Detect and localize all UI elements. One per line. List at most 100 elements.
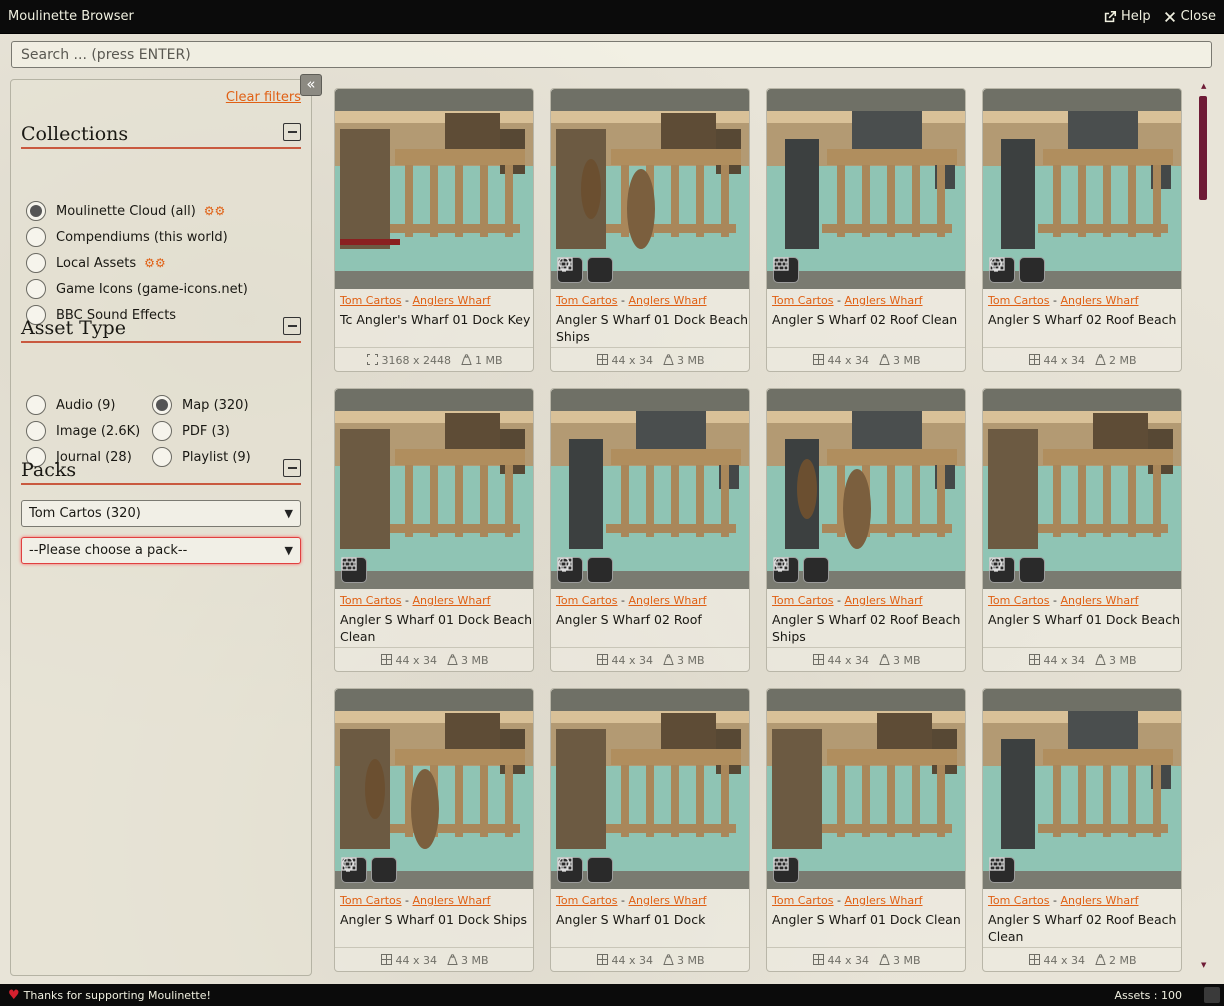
settings-gear-icon[interactable]: ⚙⚙ [144,256,166,270]
radio-button[interactable] [26,395,46,415]
pack-link[interactable]: Anglers Wharf [628,894,706,907]
asset-card[interactable]: Tom Cartos - Anglers Wharf Angler S Wharf… [550,688,750,972]
collection-option[interactable]: Game Icons (game-icons.net) [26,279,248,299]
asset-card[interactable]: Tom Cartos - Anglers Wharf Angler S Wharf… [766,688,966,972]
creator-link[interactable]: Tom Cartos [772,294,834,307]
asset-thumbnail[interactable] [335,389,533,589]
pack-link[interactable]: Anglers Wharf [412,594,490,607]
creator-select[interactable]: Tom Cartos (320) ▼ [21,500,301,527]
collection-option[interactable]: Compendiums (this world) [26,227,228,247]
collection-option[interactable]: Local Assets ⚙⚙ [26,253,166,273]
asset-thumbnail[interactable] [551,389,749,589]
collapse-asset-type-button[interactable] [283,317,301,335]
creator-link[interactable]: Tom Cartos [556,594,618,607]
creator-link[interactable]: Tom Cartos [772,594,834,607]
asset-card[interactable]: Tom Cartos - Anglers Wharf Angler S Wharf… [550,388,750,672]
asset-thumbnail[interactable] [551,89,749,289]
creator-link[interactable]: Tom Cartos [340,894,402,907]
resize-handle-icon[interactable] [1204,987,1220,1003]
credits-separator: - [401,594,413,607]
asset-grid: Tom Cartos - Anglers Wharf Tc Angler's Wh… [334,88,1194,978]
radio-button[interactable] [152,395,172,415]
creator-link[interactable]: Tom Cartos [988,894,1050,907]
light-icon [558,257,613,283]
asset-card[interactable]: Tom Cartos - Anglers Wharf Angler S Wharf… [766,88,966,372]
asset-card[interactable]: Tom Cartos - Anglers Wharf Angler S Wharf… [334,688,534,972]
window-title: Moulinette Browser [8,9,134,24]
asset-thumbnail[interactable] [335,89,533,289]
asset-card[interactable]: Tom Cartos - Anglers Wharf Tc Angler's Wh… [334,88,534,372]
pack-link[interactable]: Anglers Wharf [412,294,490,307]
pack-link[interactable]: Anglers Wharf [1060,294,1138,307]
asset-thumbnail[interactable] [767,89,965,289]
asset-thumbnail[interactable] [767,389,965,589]
collapse-collections-button[interactable] [283,123,301,141]
dimensions: 44 x 34 [813,353,869,368]
radio-button[interactable] [152,421,172,441]
file-size-value: 3 MB [676,954,705,967]
asset-type-option[interactable]: Audio (9) [26,395,116,415]
pack-link[interactable]: Anglers Wharf [628,594,706,607]
scrollbar[interactable] [1196,88,1210,974]
clear-filters-link[interactable]: Clear filters [226,90,301,105]
asset-thumbnail[interactable] [983,89,1181,289]
pack-link[interactable]: Anglers Wharf [844,294,922,307]
dimensions-value: 44 x 34 [827,354,869,367]
help-button[interactable]: Help [1103,9,1151,24]
settings-gear-icon[interactable]: ⚙⚙ [204,204,226,218]
asset-credits: Tom Cartos - Anglers Wharf [772,294,923,307]
asset-meta: 44 x 34 2 MB [983,947,1181,971]
pack-link[interactable]: Anglers Wharf [844,594,922,607]
asset-thumbnail[interactable] [335,689,533,889]
creator-link[interactable]: Tom Cartos [556,294,618,307]
close-button[interactable]: Close [1163,9,1216,24]
pack-link[interactable]: Anglers Wharf [1060,894,1138,907]
asset-title: Angler S Wharf 02 Roof Beach Ships [772,612,961,644]
scrollbar-thumb[interactable] [1199,96,1207,200]
asset-card[interactable]: Tom Cartos - Anglers Wharf Angler S Wharf… [766,388,966,672]
asset-type-option[interactable]: Map (320) [152,395,249,415]
creator-link[interactable]: Tom Cartos [772,894,834,907]
creator-link[interactable]: Tom Cartos [340,594,402,607]
asset-card[interactable]: Tom Cartos - Anglers Wharf Angler S Wharf… [982,88,1182,372]
creator-link[interactable]: Tom Cartos [556,894,618,907]
pack-link[interactable]: Anglers Wharf [628,294,706,307]
weight-icon [461,353,472,368]
pack-link[interactable]: Anglers Wharf [1060,594,1138,607]
pack-link[interactable]: Anglers Wharf [412,894,490,907]
radio-button[interactable] [26,201,46,221]
asset-card[interactable]: Tom Cartos - Anglers Wharf Angler S Wharf… [982,688,1182,972]
pack-select-value: --Please choose a pack-- [29,543,188,558]
collection-option[interactable]: Moulinette Cloud (all) ⚙⚙ [26,201,225,221]
asset-type-option[interactable]: PDF (3) [152,421,230,441]
scroll-down-arrow[interactable]: ▼ [1201,961,1206,969]
asset-thumbnail[interactable] [551,689,749,889]
asset-type-option[interactable]: Image (2.6K) [26,421,140,441]
asset-credits: Tom Cartos - Anglers Wharf [772,894,923,907]
radio-button[interactable] [26,227,46,247]
creator-link[interactable]: Tom Cartos [340,294,402,307]
close-icon [1164,11,1175,22]
collapse-packs-button[interactable] [283,459,301,477]
asset-credits: Tom Cartos - Anglers Wharf [340,594,491,607]
credits-separator: - [1049,894,1061,907]
pack-select[interactable]: --Please choose a pack-- ▼ [21,537,301,564]
asset-thumbnail[interactable] [983,689,1181,889]
radio-button[interactable] [26,421,46,441]
asset-badges [989,557,1045,583]
asset-thumbnail[interactable] [767,689,965,889]
search-input[interactable] [11,41,1212,68]
asset-card[interactable]: Tom Cartos - Anglers Wharf Angler S Wharf… [334,388,534,672]
asset-card[interactable]: Tom Cartos - Anglers Wharf Angler S Wharf… [550,88,750,372]
radio-button[interactable] [26,253,46,273]
weight-icon [663,653,674,668]
pack-link[interactable]: Anglers Wharf [844,894,922,907]
radio-button[interactable] [26,279,46,299]
asset-thumbnail[interactable] [983,389,1181,589]
heart-icon: ♥ [8,987,20,1003]
creator-link[interactable]: Tom Cartos [988,294,1050,307]
asset-card[interactable]: Tom Cartos - Anglers Wharf Angler S Wharf… [982,388,1182,672]
collapse-sidebar-button[interactable]: « [300,74,322,96]
creator-link[interactable]: Tom Cartos [988,594,1050,607]
dimensions: 44 x 34 [1029,653,1085,668]
